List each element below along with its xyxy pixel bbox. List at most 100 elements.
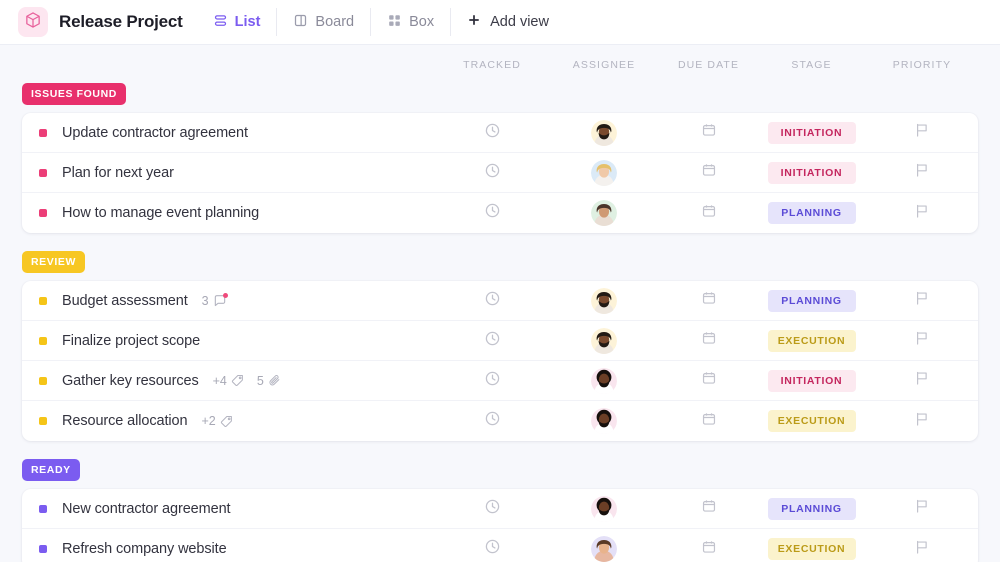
due-date-cell[interactable] xyxy=(660,203,757,224)
due-date-cell[interactable] xyxy=(660,370,757,391)
assignee-cell[interactable] xyxy=(548,119,660,146)
task-title: Refresh company website xyxy=(62,541,227,557)
table-row[interactable]: Budget assessment 3 PLANNING xyxy=(22,281,978,321)
task-meta-chip[interactable]: +2 xyxy=(201,414,232,428)
stage-badge: INITIATION xyxy=(767,121,856,144)
assignee-cell[interactable] xyxy=(548,327,660,354)
table-row[interactable]: How to manage event planning PLANNING xyxy=(22,193,978,233)
group-badge[interactable]: READY xyxy=(22,459,80,481)
task-meta-value: +2 xyxy=(201,414,216,428)
table-row[interactable]: Resource allocation +2 EXECUTION xyxy=(22,401,978,441)
avatar xyxy=(591,119,617,146)
assignee-cell[interactable] xyxy=(548,408,660,434)
due-date-cell[interactable] xyxy=(660,122,757,143)
task-meta-value: 3 xyxy=(201,293,209,308)
stage-cell[interactable]: PLANNING xyxy=(757,497,866,520)
group-badge[interactable]: ISSUES FOUND xyxy=(22,83,126,105)
column-header-due-date: DUE DATE xyxy=(677,59,740,71)
flag-icon xyxy=(914,290,930,311)
notification-dot xyxy=(222,292,228,298)
tracked-cell[interactable] xyxy=(436,330,548,352)
tab-board[interactable]: Board xyxy=(276,8,370,36)
flag-icon xyxy=(914,370,930,391)
page-title: Release Project xyxy=(59,12,183,31)
tracked-cell[interactable] xyxy=(436,290,548,312)
table-row[interactable]: Gather key resources +4 5 INITIATION xyxy=(22,361,978,401)
priority-cell[interactable] xyxy=(866,162,978,183)
task-status-dot xyxy=(39,336,47,345)
tracked-cell[interactable] xyxy=(436,122,548,144)
stage-cell[interactable]: EXECUTION xyxy=(757,538,866,560)
tracked-cell[interactable] xyxy=(436,410,548,432)
avatar xyxy=(591,327,617,354)
tracked-cell[interactable] xyxy=(436,370,548,392)
assignee-cell[interactable] xyxy=(548,159,660,186)
tab-list[interactable]: List xyxy=(201,8,277,36)
calendar-icon xyxy=(701,330,717,351)
avatar xyxy=(591,159,617,186)
due-date-cell[interactable] xyxy=(660,290,757,311)
stage-cell[interactable]: PLANNING xyxy=(757,289,866,312)
add-view-button[interactable]: Add view xyxy=(450,8,565,36)
table-row[interactable]: Plan for next year INITIATION xyxy=(22,153,978,193)
tab-box[interactable]: Box xyxy=(370,8,450,36)
avatar xyxy=(591,287,617,314)
due-date-cell[interactable] xyxy=(660,330,757,351)
table-row[interactable]: Refresh company website EXECUTION xyxy=(22,529,978,562)
task-meta-chip[interactable]: +4 xyxy=(213,374,244,388)
task-status-dot xyxy=(39,417,47,425)
tracked-cell[interactable] xyxy=(436,202,548,224)
plus-icon xyxy=(467,13,481,31)
priority-cell[interactable] xyxy=(866,330,978,351)
stage-badge: PLANNING xyxy=(767,497,856,520)
table-row[interactable]: New contractor agreement PLANNING xyxy=(22,489,978,529)
priority-cell[interactable] xyxy=(866,539,978,560)
due-date-cell[interactable] xyxy=(660,162,757,183)
group-header: ISSUES FOUND xyxy=(22,83,978,105)
tab-box-label: Box xyxy=(409,14,435,30)
tracked-cell[interactable] xyxy=(436,162,548,184)
calendar-icon xyxy=(701,290,717,311)
due-date-cell[interactable] xyxy=(660,539,757,560)
task-card: New contractor agreement PLANNING Refres… xyxy=(22,489,978,562)
stage-badge: EXECUTION xyxy=(767,329,856,352)
stage-badge: PLANNING xyxy=(767,289,856,312)
calendar-icon xyxy=(701,122,717,143)
task-meta-chip[interactable]: 3 xyxy=(201,292,228,308)
assignee-cell[interactable] xyxy=(548,200,660,226)
task-group: REVIEW Budget assessment 3 PLANNING Fina… xyxy=(22,251,978,441)
box-icon xyxy=(387,13,402,32)
priority-cell[interactable] xyxy=(866,290,978,311)
table-row[interactable]: Update contractor agreement INITIATION xyxy=(22,113,978,153)
task-title: Budget assessment xyxy=(62,292,188,309)
assignee-cell[interactable] xyxy=(548,536,660,562)
task-title: Gather key resources xyxy=(62,372,199,389)
stage-cell[interactable]: EXECUTION xyxy=(757,329,866,352)
timer-icon xyxy=(484,538,501,560)
priority-cell[interactable] xyxy=(866,203,978,224)
tracked-cell[interactable] xyxy=(436,498,548,520)
stage-cell[interactable]: EXECUTION xyxy=(757,410,866,432)
task-meta: 3 xyxy=(201,292,228,308)
priority-cell[interactable] xyxy=(866,370,978,391)
stage-cell[interactable]: INITIATION xyxy=(757,369,866,392)
tracked-cell[interactable] xyxy=(436,538,548,560)
assignee-cell[interactable] xyxy=(548,287,660,314)
priority-cell[interactable] xyxy=(866,498,978,519)
tab-board-label: Board xyxy=(315,14,355,30)
group-badge[interactable]: REVIEW xyxy=(22,251,86,273)
table-row[interactable]: Finalize project scope EXECUTION xyxy=(22,321,978,361)
assignee-cell[interactable] xyxy=(548,367,660,394)
due-date-cell[interactable] xyxy=(660,498,757,519)
priority-cell[interactable] xyxy=(866,122,978,143)
stage-cell[interactable]: PLANNING xyxy=(757,202,866,224)
tag-icon xyxy=(231,374,244,387)
due-date-cell[interactable] xyxy=(660,411,757,432)
task-meta: +4 5 xyxy=(213,374,281,388)
task-meta-chip[interactable]: 5 xyxy=(257,374,281,388)
task-title: Update contractor agreement xyxy=(62,124,248,141)
stage-cell[interactable]: INITIATION xyxy=(757,121,866,144)
priority-cell[interactable] xyxy=(866,411,978,432)
stage-cell[interactable]: INITIATION xyxy=(757,161,866,184)
assignee-cell[interactable] xyxy=(548,495,660,522)
